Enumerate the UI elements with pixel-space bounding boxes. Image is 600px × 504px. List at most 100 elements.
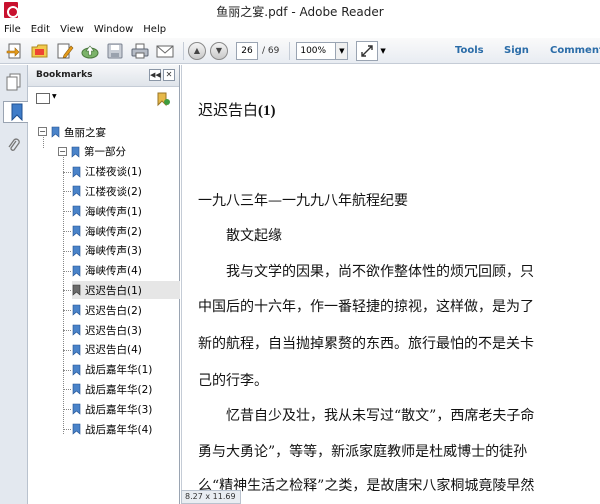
- bookmark-ribbon-icon: [11, 103, 22, 121]
- menu-bar: File Edit View Window Help: [0, 20, 600, 38]
- bookmark-item[interactable]: 江楼夜谈(1): [72, 163, 146, 181]
- document-view[interactable]: 迟迟告白(1) 一九八三年—一九九八年航程纪要 散文起缘 我与文学的因果，尚不欲…: [181, 65, 600, 504]
- bookmark-icon: [72, 403, 81, 415]
- previous-page-button[interactable]: ▲: [188, 41, 206, 60]
- document-line: 一九八三年—一九九八年航程纪要: [198, 193, 408, 209]
- bookmark-label: 海峡传声(3): [85, 245, 142, 258]
- bookmark-options-button[interactable]: [36, 93, 50, 104]
- bookmark-item[interactable]: 鱼丽之宴: [51, 123, 110, 141]
- sign-button[interactable]: Sign: [504, 45, 529, 56]
- tools-button[interactable]: Tools: [455, 45, 484, 56]
- save-icon: [107, 43, 123, 58]
- bookmark-item[interactable]: 海峡传声(4): [72, 262, 146, 280]
- save-button[interactable]: [104, 41, 126, 61]
- bookmarks-toolbar: ▼: [28, 87, 179, 111]
- chevron-down-icon[interactable]: ▼: [52, 93, 57, 100]
- email-button[interactable]: [154, 41, 176, 61]
- bookmark-item[interactable]: 战后嘉年华(2): [72, 380, 156, 398]
- chevron-down-icon: ▼: [339, 46, 345, 55]
- expand-arrows-icon: [361, 44, 374, 57]
- bookmarks-tab-button[interactable]: [3, 101, 29, 123]
- arrow-up-icon: ▲: [193, 46, 201, 55]
- bookmark-icon: [72, 265, 81, 277]
- bookmark-icon: [72, 364, 81, 376]
- printer-icon: [131, 43, 149, 58]
- page-size-readout: 8.27 x 11.69 in: [181, 490, 241, 504]
- tree-connector: [63, 154, 64, 434]
- page-number-input[interactable]: 26: [236, 41, 258, 60]
- zoom-dropdown-button[interactable]: ▼: [336, 41, 349, 60]
- bookmark-icon: [72, 324, 81, 336]
- tree-connector: [43, 134, 44, 148]
- bookmark-label: 迟迟告白(3): [85, 324, 142, 337]
- bookmark-item[interactable]: 第一部分: [71, 143, 130, 161]
- upload-button[interactable]: [79, 41, 101, 61]
- menu-file[interactable]: File: [4, 24, 21, 35]
- zoom-input[interactable]: 100%: [296, 41, 337, 60]
- menu-view[interactable]: View: [60, 24, 84, 35]
- close-panel-button[interactable]: ✕: [163, 69, 175, 81]
- bookmark-icon: [72, 225, 81, 237]
- bookmark-item[interactable]: 战后嘉年华(1): [72, 361, 156, 379]
- toolbar-divider: [183, 41, 184, 60]
- document-line: 么“精神生活之检释”之类，是故唐宋八家桐城竟陵早然: [198, 478, 535, 494]
- cloud-upload-icon: [81, 45, 99, 58]
- navigation-pane-rail: [0, 65, 29, 504]
- tree-connector: [63, 429, 71, 430]
- bookmark-label: 迟迟告白(2): [85, 304, 142, 317]
- paperclip-icon: [8, 138, 20, 151]
- bookmark-item[interactable]: 战后嘉年华(4): [72, 420, 156, 438]
- bookmarks-panel: Bookmarks ◀◀ ✕ ▼ − 鱼丽之宴 − 第一部分江楼夜谈(1) 江楼夜谈(2…: [28, 65, 180, 504]
- bookmarks-title: Bookmarks: [36, 70, 93, 80]
- bookmark-item[interactable]: 江楼夜谈(2): [72, 182, 146, 200]
- menu-window[interactable]: Window: [94, 24, 133, 35]
- new-bookmark-icon[interactable]: [155, 91, 171, 107]
- page-thumbnails-button[interactable]: [4, 71, 24, 93]
- bookmarks-header: Bookmarks ◀◀ ✕: [28, 65, 179, 87]
- document-line: 散文起缘: [198, 228, 282, 244]
- tree-expander-minus[interactable]: −: [38, 127, 47, 136]
- bookmark-item[interactable]: 迟迟告白(3): [72, 321, 146, 339]
- document-line: 己的行李。: [198, 373, 268, 389]
- tree-connector: [63, 389, 71, 391]
- document-line: 中国后的十六年，作一番轻捷的掠视，这样做，是为了: [198, 299, 534, 315]
- document-line: 忆昔自少及壮，我从未写过“散文”，西席老夫子命: [198, 408, 535, 424]
- print-button[interactable]: [129, 41, 151, 61]
- bookmark-item[interactable]: 海峡传声(3): [72, 242, 146, 260]
- attachments-button[interactable]: [4, 135, 24, 157]
- bookmark-icon: [71, 146, 80, 158]
- bookmark-item[interactable]: 海峡传声(2): [72, 222, 146, 240]
- tree-connector: [63, 349, 71, 351]
- folder-open-icon: [31, 44, 48, 57]
- bookmark-label: 迟迟告白(4): [85, 344, 142, 357]
- bookmark-label: 江楼夜谈(2): [85, 185, 142, 198]
- document-line: 新的航程，自当抛掉累赘的东西。旅行最怕的不是关卡: [198, 336, 534, 352]
- bookmark-item[interactable]: 迟迟告白(4): [72, 341, 146, 359]
- next-page-button[interactable]: ▼: [210, 41, 228, 60]
- toolbar-divider: [289, 41, 291, 60]
- bookmark-item[interactable]: 海峡传声(1): [72, 202, 146, 220]
- fit-page-button[interactable]: [356, 40, 379, 61]
- bookmark-item[interactable]: 迟迟告白(1): [72, 281, 180, 300]
- comment-button[interactable]: Comment: [550, 45, 600, 56]
- tree-connector: [63, 310, 71, 312]
- tree-expander-minus[interactable]: −: [58, 146, 67, 156]
- tree-connector: [63, 270, 71, 272]
- bookmark-label: 鱼丽之宴: [64, 126, 106, 139]
- create-pdf-button[interactable]: [4, 41, 26, 61]
- bookmark-label: 迟迟告白(1): [85, 284, 142, 297]
- bookmark-item[interactable]: 迟迟告白(2): [72, 301, 146, 319]
- chevron-down-icon[interactable]: ▼: [380, 47, 385, 55]
- tree-connector: [63, 171, 71, 173]
- tree-connector: [63, 290, 71, 292]
- edit-button[interactable]: [54, 41, 76, 61]
- bookmark-tree: − 鱼丽之宴 − 第一部分江楼夜谈(1) 江楼夜谈(2) 海峡传声(1) 海峡传声(2) 海峡…: [28, 121, 180, 501]
- menu-help[interactable]: Help: [143, 24, 166, 35]
- collapse-panel-button[interactable]: ◀◀: [149, 69, 161, 81]
- bookmark-item[interactable]: 战后嘉年华(3): [72, 400, 156, 418]
- open-button[interactable]: [29, 41, 51, 61]
- bookmark-label: 第一部分: [84, 146, 126, 159]
- bookmark-label: 海峡传声(4): [85, 265, 142, 278]
- tree-connector: [63, 211, 71, 213]
- menu-edit[interactable]: Edit: [31, 24, 50, 35]
